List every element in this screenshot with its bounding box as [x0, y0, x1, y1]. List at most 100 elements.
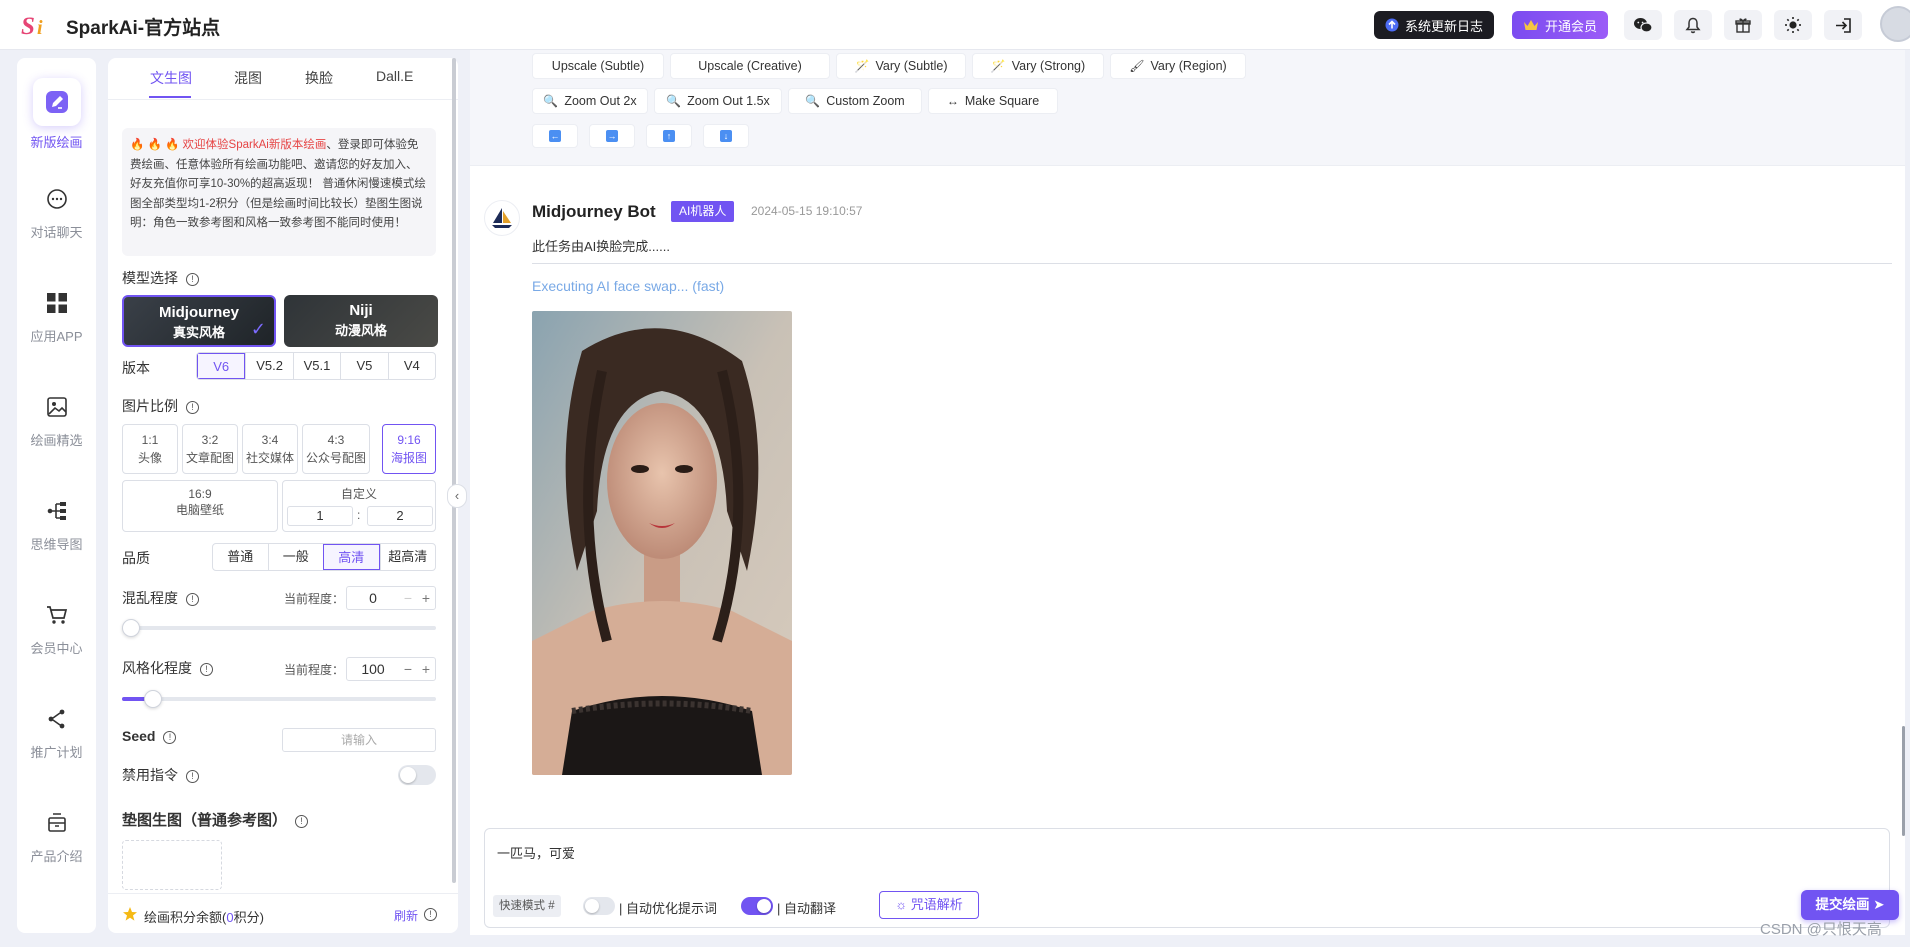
panel-scrollbar[interactable]	[452, 58, 456, 883]
info-icon[interactable]: !	[424, 908, 437, 921]
gift-button[interactable]	[1724, 10, 1762, 40]
version-label: 版本	[122, 360, 150, 376]
info-icon[interactable]: !	[200, 663, 213, 676]
quality-option[interactable]: 一般	[267, 544, 324, 570]
vary-strong-button[interactable]: 🪄 Vary (Strong)	[972, 53, 1104, 79]
plus-icon[interactable]: +	[417, 661, 435, 677]
info-icon[interactable]: !	[186, 273, 199, 286]
stylize-slider[interactable]	[122, 690, 436, 708]
version-option[interactable]: V5	[340, 353, 387, 379]
minus-icon[interactable]: −	[399, 590, 417, 606]
chat-scrollbar[interactable]	[1902, 726, 1905, 836]
plus-icon[interactable]: +	[417, 590, 435, 606]
brush-icon: 🖌	[1129, 59, 1145, 73]
notification-button[interactable]	[1674, 10, 1712, 40]
notice-highlight: 欢迎体验SparkAi新版本绘画	[182, 139, 327, 151]
prompt-input[interactable]: 一匹马，可爱	[497, 843, 575, 862]
share-icon	[48, 709, 64, 729]
custom-height-input[interactable]: 2	[367, 506, 433, 526]
vary-subtle-button[interactable]: 🪄 Vary (Subtle)	[836, 53, 966, 79]
ratio-option-selected[interactable]: 9:16 海报图	[382, 424, 436, 474]
tab-dalle[interactable]: Dall.E	[376, 68, 413, 84]
star-icon	[123, 907, 137, 921]
seed-input[interactable]: 请输入	[282, 728, 436, 752]
collapse-panel-button[interactable]: ‹	[447, 484, 467, 508]
nav-apps[interactable]: 应用APP	[17, 292, 96, 345]
info-icon[interactable]: !	[186, 593, 199, 606]
ratio-option[interactable]: 3:2 文章配图	[182, 424, 238, 474]
version-option[interactable]: V6	[197, 353, 246, 379]
info-icon[interactable]: !	[186, 770, 199, 783]
ratio-option[interactable]: 1:1 头像	[122, 424, 178, 474]
stylize-slider-handle[interactable]	[144, 690, 162, 708]
stylize-stepper[interactable]: 100 − +	[346, 657, 436, 681]
make-square-button[interactable]: ↔ Make Square	[928, 88, 1058, 114]
stylize-value: 100	[361, 661, 385, 677]
refresh-link[interactable]: 刷新	[394, 907, 418, 924]
nav-mindmap[interactable]: 思维导图	[17, 500, 96, 553]
disable-cmd-toggle[interactable]	[398, 765, 436, 785]
arrow-up-icon: ↑	[663, 130, 675, 142]
tab-face-swap[interactable]: 换脸	[305, 68, 333, 88]
info-icon[interactable]: !	[186, 401, 199, 414]
sparkai-logo[interactable]: S i	[20, 10, 52, 40]
wechat-button[interactable]	[1624, 10, 1662, 40]
upscale-creative-button[interactable]: Upscale (Creative)	[670, 53, 830, 79]
pan-right-button[interactable]: →	[589, 124, 635, 148]
theme-button[interactable]	[1774, 10, 1812, 40]
auto-optimize-toggle[interactable]	[583, 897, 615, 915]
nav-member[interactable]: 会员中心	[17, 604, 96, 657]
ref-image-label: 垫图生图（普通参考图）!	[122, 809, 309, 830]
tab-blend[interactable]: 混图	[234, 68, 262, 88]
nav-gallery[interactable]: 绘画精选	[17, 396, 96, 449]
custom-width-input[interactable]: 1	[287, 506, 353, 526]
vip-button[interactable]: 开通会员	[1512, 11, 1609, 39]
info-icon[interactable]: !	[163, 731, 177, 744]
box-icon	[47, 813, 66, 832]
chat-main: Upscale (Subtle) Upscale (Creative) 🪄 Var…	[470, 50, 1905, 935]
minus-icon[interactable]: −	[399, 661, 417, 677]
zoom-out-2x-button[interactable]: 🔍 Zoom Out 2x	[532, 88, 648, 114]
ratio-option[interactable]: 3:4 社交媒体	[242, 424, 298, 474]
nav-product[interactable]: 产品介绍	[17, 812, 96, 865]
chaos-stepper[interactable]: 0 − +	[346, 586, 436, 610]
quality-option[interactable]: 高清	[323, 544, 380, 570]
nav-promo[interactable]: 推广计划	[17, 708, 96, 761]
pan-left-button[interactable]: ←	[532, 124, 578, 148]
nav-label: 应用APP	[30, 329, 83, 344]
nav-label: 产品介绍	[30, 849, 83, 864]
nav-label: 会员中心	[30, 641, 83, 656]
nav-chat[interactable]: 对话聊天	[17, 188, 96, 241]
logout-icon	[1835, 17, 1851, 33]
custom-zoom-button[interactable]: 🔍 Custom Zoom	[788, 88, 922, 114]
zoom-out-1-5x-button[interactable]: 🔍 Zoom Out 1.5x	[654, 88, 782, 114]
pan-down-button[interactable]: ↓	[703, 124, 749, 148]
tab-text-to-image[interactable]: 文生图	[150, 68, 192, 88]
model-card-niji[interactable]: Niji 动漫风格	[284, 295, 438, 347]
ref-image-upload[interactable]	[122, 840, 222, 890]
pan-up-button[interactable]: ↑	[646, 124, 692, 148]
vary-region-button[interactable]: 🖌 Vary (Region)	[1110, 53, 1246, 79]
changelog-button[interactable]: 系统更新日志	[1374, 11, 1495, 39]
ratio-option-16-9[interactable]: 16:9 电脑壁纸	[122, 480, 278, 532]
ratio-option[interactable]: 4:3 公众号配图	[302, 424, 370, 474]
quality-option[interactable]: 超高清	[379, 544, 436, 570]
version-option[interactable]: V4	[387, 353, 435, 379]
version-option[interactable]: V5.2	[245, 353, 292, 379]
generated-portrait-image[interactable]	[532, 311, 792, 775]
info-icon[interactable]: !	[295, 815, 309, 828]
user-avatar[interactable]	[1880, 6, 1910, 42]
prompt-parse-button[interactable]: ☼ 咒语解析	[879, 891, 979, 919]
version-option[interactable]: V5.1	[292, 353, 340, 379]
quality-option[interactable]: 普通	[213, 544, 268, 570]
quality-selector: 普通 一般 高清 超高清	[212, 543, 436, 571]
auto-translate-toggle[interactable]	[741, 897, 773, 915]
logout-button[interactable]	[1824, 10, 1862, 40]
submit-drawing-button[interactable]: 提交绘画 ➤	[1801, 890, 1899, 920]
upscale-subtle-button[interactable]: Upscale (Subtle)	[532, 53, 664, 79]
chaos-slider-handle[interactable]	[122, 619, 140, 637]
model-card-midjourney[interactable]: Midjourney 真实风格 ✓	[122, 295, 276, 347]
chaos-slider[interactable]	[122, 619, 436, 637]
nav-new-drawing[interactable]: 新版绘画	[17, 78, 96, 151]
speed-mode-chip[interactable]: 快速模式 #	[493, 895, 561, 917]
